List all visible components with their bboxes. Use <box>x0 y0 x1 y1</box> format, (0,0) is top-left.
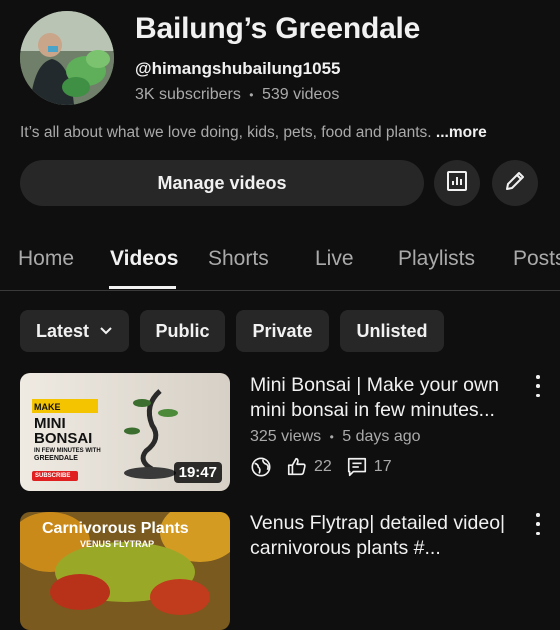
analytics-icon <box>445 169 469 198</box>
video-duration: 19:47 <box>173 462 222 483</box>
stats-separator: • <box>249 88 254 102</box>
globe-icon <box>250 456 272 478</box>
thumbs-up-icon <box>286 456 308 478</box>
filter-public[interactable]: Public <box>140 310 225 352</box>
chevron-down-icon <box>99 324 113 338</box>
filter-latest-label: Latest <box>35 320 89 341</box>
like-count: 22 <box>314 458 332 475</box>
tab-playlists[interactable]: Playlists <box>398 247 475 271</box>
filter-unlisted[interactable]: Unlisted <box>340 310 444 352</box>
manage-videos-button[interactable]: Manage videos <box>20 160 424 206</box>
channel-stats: 3K subscribers • 539 videos <box>135 86 339 104</box>
video-meta: 325 views • 5 days ago <box>250 428 421 446</box>
meta-separator: • <box>329 430 334 444</box>
video-thumbnail[interactable]: Carnivorous Plants VENUS FLYTRAP <box>20 512 230 630</box>
pencil-icon <box>503 169 527 198</box>
more-options-icon[interactable] <box>530 375 546 397</box>
channel-handle: @himangshubailung1055 <box>135 59 341 78</box>
thumb-text-subtitle: IN FEW MINUTES WITH <box>34 448 101 454</box>
video-title[interactable]: Mini Bonsai | Make your own mini bonsai … <box>250 373 525 423</box>
view-count: 325 views <box>250 428 322 445</box>
active-tab-indicator <box>109 286 176 289</box>
more-options-icon[interactable] <box>530 513 546 535</box>
comment-count: 17 <box>373 458 392 475</box>
video-title[interactable]: Venus Flytrap| detailed video| carnivoro… <box>250 511 525 561</box>
channel-tabs: Home Videos Shorts Live Playlists Posts <box>0 234 560 291</box>
thumb-text-bonsai: BONSAI <box>34 430 93 447</box>
channel-name: Bailung’s Greendale <box>135 12 421 45</box>
tab-shorts[interactable]: Shorts <box>208 247 269 271</box>
thumb-text-make: MAKE <box>34 402 61 412</box>
channel-avatar[interactable] <box>20 11 114 105</box>
more-link[interactable]: ...more <box>436 124 487 141</box>
tab-live[interactable]: Live <box>315 247 354 271</box>
filter-private[interactable]: Private <box>236 310 329 352</box>
thumb-subscribe-badge: SUBSCRIBE <box>35 473 71 479</box>
subscriber-count: 3K subscribers <box>135 86 241 103</box>
video-thumbnail[interactable]: MAKE MINI BONSAI IN FEW MINUTES WITH GRE… <box>20 373 230 491</box>
tab-home[interactable]: Home <box>18 247 74 271</box>
analytics-button[interactable] <box>434 160 480 206</box>
channel-description[interactable]: It’s all about what we love doing, kids,… <box>20 124 487 142</box>
video-stats-row: 22 17 <box>250 456 392 478</box>
comment-icon <box>346 456 368 478</box>
tab-videos[interactable]: Videos <box>110 247 178 271</box>
description-text: It’s all about what we love doing, kids,… <box>20 124 432 141</box>
thumb-text-title: Carnivorous Plants <box>42 520 189 537</box>
filter-latest[interactable]: Latest <box>20 310 129 352</box>
video-count: 539 videos <box>261 86 340 103</box>
thumb-text-brand: GREENDALE <box>34 455 78 462</box>
tab-posts[interactable]: Posts <box>513 247 560 271</box>
edit-channel-button[interactable] <box>492 160 538 206</box>
thumb-text-subtitle: VENUS FLYTRAP <box>80 539 155 549</box>
upload-age: 5 days ago <box>342 428 421 445</box>
